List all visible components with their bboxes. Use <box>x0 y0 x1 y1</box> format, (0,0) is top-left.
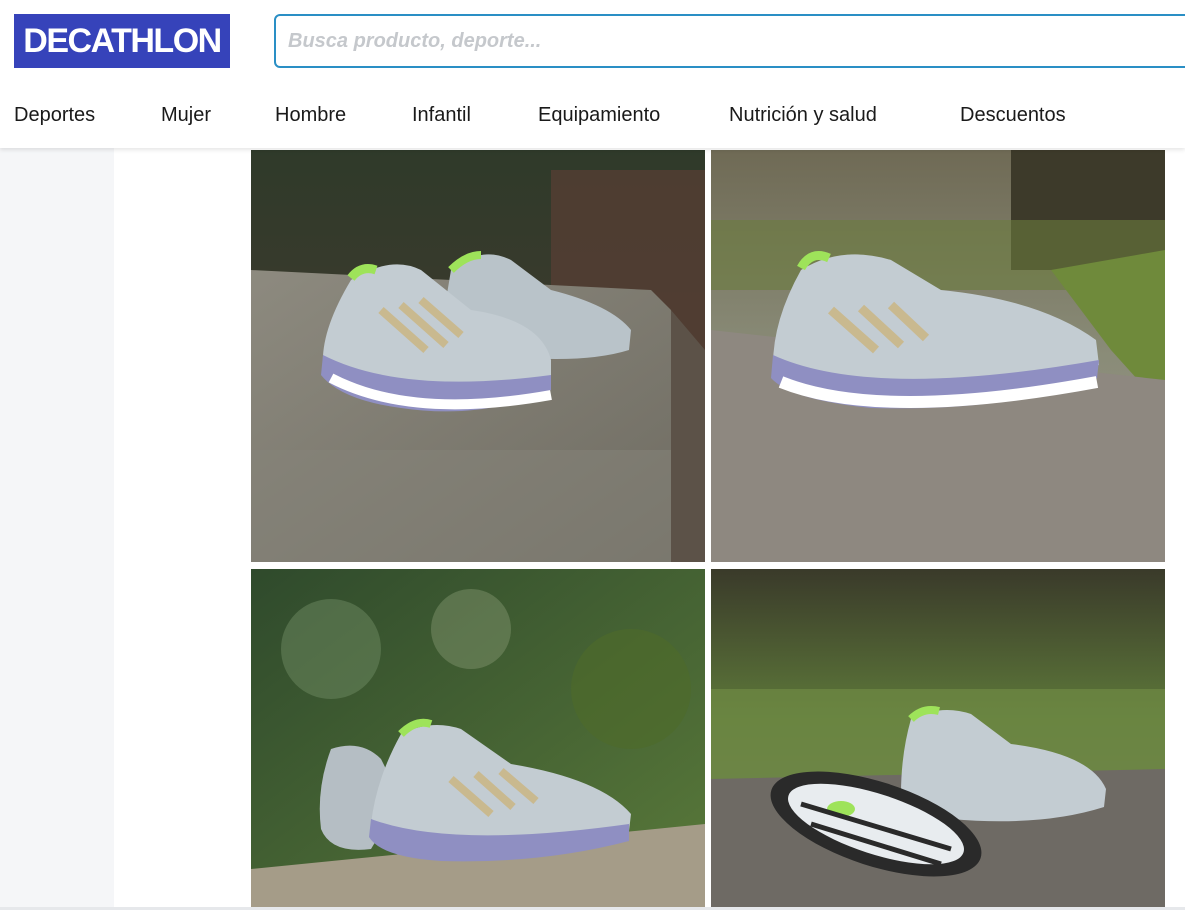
shoe-pair-ledge-photo <box>251 150 705 562</box>
search-box[interactable] <box>274 14 1185 68</box>
nav-item-infantil[interactable]: Infantil <box>412 104 471 127</box>
main-nav: Deportes Mujer Hombre Infantil Equipamie… <box>0 90 1185 144</box>
nav-item-mujer[interactable]: Mujer <box>161 104 211 127</box>
gallery-image-2[interactable] <box>711 150 1165 562</box>
nav-item-nutricion-salud[interactable]: Nutrición y salud <box>729 104 877 127</box>
product-image-gallery <box>251 150 1165 907</box>
shoe-sole-path-photo <box>711 569 1165 907</box>
gallery-image-4[interactable] <box>711 569 1165 907</box>
nav-item-deportes[interactable]: Deportes <box>14 104 95 127</box>
nav-item-descuentos[interactable]: Descuentos <box>960 104 1066 127</box>
single-shoe-path-photo <box>711 150 1165 562</box>
shoes-wall-trees-photo <box>251 569 705 907</box>
site-header: DECATHLON Deportes Mujer Hombre Infantil… <box>0 0 1185 148</box>
search-input[interactable] <box>276 16 1185 66</box>
left-panel <box>0 148 114 910</box>
decathlon-logo[interactable]: DECATHLON <box>14 14 230 68</box>
nav-item-equipamiento[interactable]: Equipamiento <box>538 104 660 127</box>
nav-item-hombre[interactable]: Hombre <box>275 104 346 127</box>
gallery-image-1[interactable] <box>251 150 705 562</box>
gallery-image-3[interactable] <box>251 569 705 907</box>
